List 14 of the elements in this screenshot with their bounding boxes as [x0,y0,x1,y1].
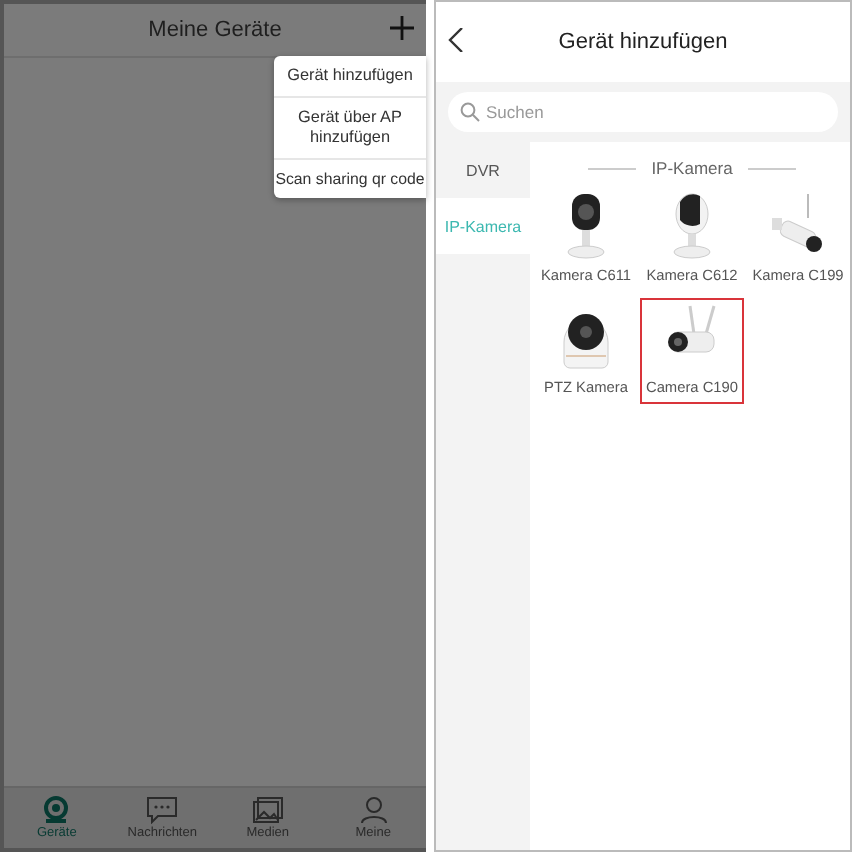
category-item[interactable]: DVR [436,142,530,198]
chat-bubble-icon [146,796,179,824]
image-icon [251,796,284,824]
section-title: IP-Kamera [651,158,733,178]
screen-title: Gerät hinzufügen [558,30,728,54]
search-icon [460,102,480,122]
menu-item[interactable]: Gerät über AP hinzufügen [274,97,426,160]
camera-icon [42,796,71,824]
screen-title: Meine Geräte [148,18,282,42]
menu-item[interactable]: Gerät hinzufügen [274,56,426,98]
search-placeholder: Suchen [486,102,544,122]
back-icon[interactable] [448,28,464,52]
plus-icon[interactable] [390,16,414,40]
person-icon [359,796,388,824]
